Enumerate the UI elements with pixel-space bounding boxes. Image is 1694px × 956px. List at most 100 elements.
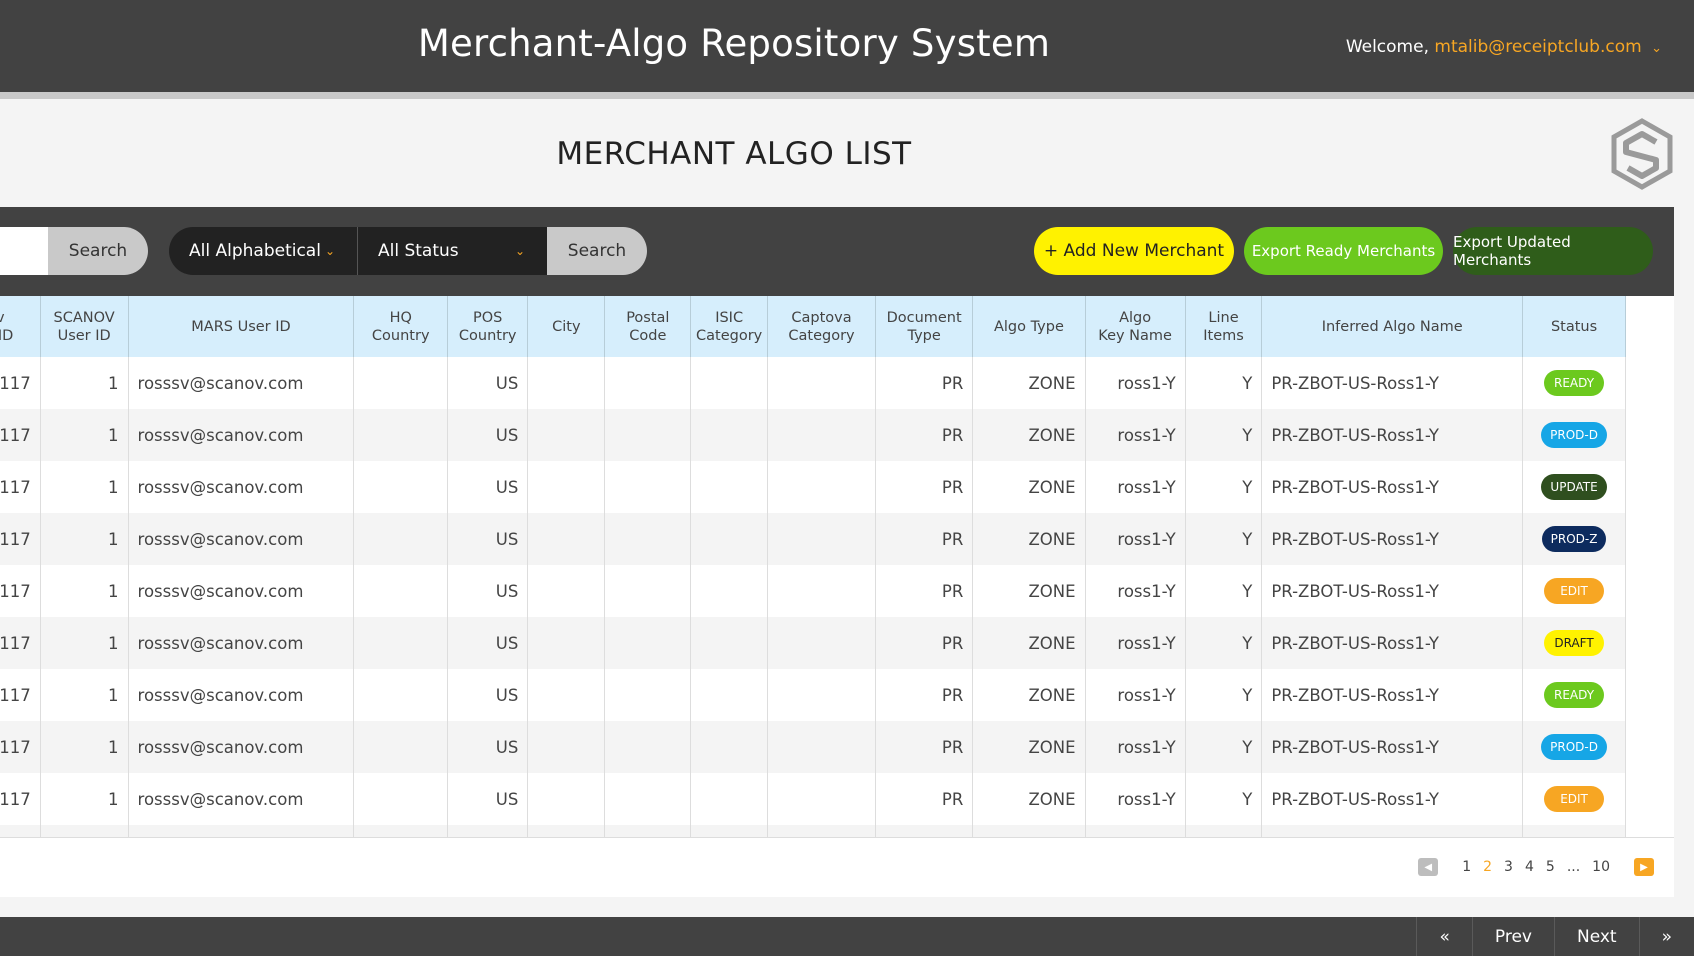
merchant-algo-table: ovnt IDSCANOVUser IDMARS User IDHQCountr…	[0, 296, 1626, 837]
search-button[interactable]: Search	[48, 227, 148, 275]
mars-user-cell: rosssv@scanov.com	[128, 513, 355, 565]
inferred-algo-name-cell: PR-ZBOT-US-Ross1-Y	[1261, 721, 1524, 773]
status-badge[interactable]: EDIT	[1544, 786, 1605, 812]
column-header[interactable]: ISIC Category	[690, 296, 769, 357]
page-number[interactable]: 10	[1586, 859, 1616, 875]
status-badge[interactable]: DRAFT	[1544, 630, 1605, 656]
algo-type-cell: ZONE	[972, 565, 1086, 617]
algo-key-name-cell: ross1-Y	[1085, 513, 1186, 565]
status-badge[interactable]: PROD-D	[1541, 734, 1607, 760]
table-row[interactable]: 117 1 rosssv@scanov.com US PR ZONE ross1-Y Y PR-…	[0, 513, 1626, 565]
last-page-button[interactable]: »	[1638, 917, 1694, 956]
hq-country-cell	[353, 461, 449, 513]
column-header-label: Captova	[791, 309, 852, 326]
column-header[interactable]: ovnt ID	[0, 296, 41, 357]
isic-category-cell	[690, 669, 769, 721]
hq-country-cell	[353, 773, 449, 825]
hq-country-cell	[353, 565, 449, 617]
account-id-cell	[0, 825, 41, 837]
status-badge[interactable]: READY	[1544, 370, 1605, 396]
algo-key-name-cell: ross1-Y	[1085, 565, 1186, 617]
mars-user-cell: rosssv@scanov.com	[128, 617, 355, 669]
next-page-button[interactable]: Next	[1553, 917, 1639, 956]
column-header[interactable]: Document Type	[875, 296, 974, 357]
mars-user-cell: rosssv@scanov.com	[128, 669, 355, 721]
captova-category-cell	[767, 721, 876, 773]
export-ready-merchants-button[interactable]: Export Ready Merchants	[1244, 227, 1443, 275]
status-cell: READY	[1522, 357, 1626, 409]
page-number[interactable]: 3	[1498, 859, 1519, 875]
status-badge[interactable]: UPDATE	[1541, 474, 1607, 500]
column-header[interactable]: Algo Type	[972, 296, 1086, 357]
hq-country-cell	[353, 669, 449, 721]
merchant-table-container[interactable]: ovnt IDSCANOVUser IDMARS User IDHQCountr…	[0, 296, 1674, 837]
prev-page-button[interactable]: Prev	[1471, 917, 1554, 956]
column-header[interactable]: MARS User ID	[128, 296, 355, 357]
user-id-cell: 1	[40, 513, 129, 565]
city-cell	[527, 669, 606, 721]
line-items-cell: Y	[1185, 409, 1263, 461]
mars-user-cell: rosssv@scanov.com	[128, 721, 355, 773]
column-header-label: Algo Type	[993, 318, 1064, 335]
status-badge[interactable]: EDIT	[1544, 578, 1605, 604]
column-header[interactable]: Line Items	[1185, 296, 1263, 357]
page-number[interactable]: 4	[1519, 859, 1540, 875]
captova-category-cell	[767, 669, 876, 721]
column-header-label: nt ID	[0, 327, 14, 344]
table-row[interactable]: 117 1 rosssv@scanov.com US PR ZONE ross1-Y Y PR-…	[0, 357, 1626, 409]
table-row[interactable]: 117 1 rosssv@scanov.com US PR ZONE ross1-Y Y PR-…	[0, 461, 1626, 513]
hq-country-cell	[353, 721, 449, 773]
user-id-cell: 1	[40, 773, 129, 825]
table-row[interactable]: 117 1 rosssv@scanov.com US PR ZONE ross1-Y Y PR-…	[0, 773, 1626, 825]
column-header[interactable]: Inferred Algo Name	[1261, 296, 1524, 357]
status-badge[interactable]: READY	[1544, 682, 1605, 708]
column-header[interactable]: Postal Code	[604, 296, 692, 357]
pos-country-cell: US	[447, 409, 529, 461]
caret-left-icon[interactable]: ◀	[1418, 858, 1439, 876]
pos-country-cell: US	[447, 617, 529, 669]
postal-code-cell	[604, 825, 692, 837]
line-items-cell: Y	[1185, 513, 1263, 565]
table-row[interactable]: 117 1 rosssv@scanov.com US PR ZONE ross1-Y Y PR-…	[0, 721, 1626, 773]
pos-country-cell: US	[447, 669, 529, 721]
status-dropdown[interactable]: All Status ⌄	[358, 227, 547, 275]
mars-user-cell: rosssv@scanov.com	[128, 409, 355, 461]
search-input[interactable]	[0, 227, 50, 275]
caret-right-icon[interactable]: ▶	[1634, 858, 1654, 876]
page-number[interactable]: 2	[1477, 859, 1498, 875]
page-number[interactable]: 1	[1456, 859, 1477, 875]
column-header-label: POS	[473, 309, 503, 326]
table-row[interactable]: 117 1 rosssv@scanov.com US PR ZONE ross1-Y Y PR-…	[0, 617, 1626, 669]
status-badge[interactable]: PROD-D	[1541, 422, 1607, 448]
column-header[interactable]: City	[527, 296, 606, 357]
filter-search-button[interactable]: Search	[547, 227, 647, 275]
column-header[interactable]: Algo Key Name	[1085, 296, 1186, 357]
page-title: MERCHANT ALGO LIST	[556, 136, 912, 172]
column-header[interactable]: Status	[1522, 296, 1626, 357]
page-number[interactable]: 5	[1540, 859, 1561, 875]
status-badge[interactable]: PROD-Z	[1541, 526, 1607, 552]
pos-country-cell: US	[447, 513, 529, 565]
user-menu[interactable]: Welcome, mtalib@receiptclub.com ⌄	[1346, 37, 1662, 57]
document-type-cell: PR	[875, 617, 974, 669]
chevron-down-icon[interactable]: ⌄	[1651, 41, 1662, 56]
column-header[interactable]: SCANOV User ID	[40, 296, 129, 357]
captova-category-cell	[767, 825, 876, 837]
user-email[interactable]: mtalib@receiptclub.com	[1434, 37, 1641, 57]
column-header[interactable]: Captova Category	[767, 296, 876, 357]
table-row[interactable]: 117 1 rosssv@scanov.com US PR ZONE ross1-Y Y PR-…	[0, 565, 1626, 617]
table-row[interactable]: 117 1 rosssv@scanov.com US PR ZONE ross1-Y Y PR-…	[0, 669, 1626, 721]
algo-type-cell: ZONE	[972, 357, 1086, 409]
first-page-button[interactable]: «	[1416, 917, 1471, 956]
line-items-cell: Y	[1185, 565, 1263, 617]
column-header[interactable]: HQ Country	[353, 296, 449, 357]
table-row[interactable]: 117 1 rosssv@scanov.com US PR ZONE ross1-Y Y PR-…	[0, 409, 1626, 461]
table-row[interactable]: UPDATE	[0, 825, 1626, 837]
column-header-label: Algo	[1119, 309, 1152, 326]
alphabetical-dropdown-value: All Alphabetical	[189, 241, 321, 261]
column-header-label: HQ	[389, 309, 412, 326]
add-new-merchant-button[interactable]: + Add New Merchant	[1034, 227, 1234, 275]
alphabetical-dropdown[interactable]: All Alphabetical ⌄	[169, 227, 358, 275]
column-header[interactable]: POS Country	[447, 296, 529, 357]
export-updated-merchants-button[interactable]: Export Updated Merchants	[1453, 227, 1653, 275]
